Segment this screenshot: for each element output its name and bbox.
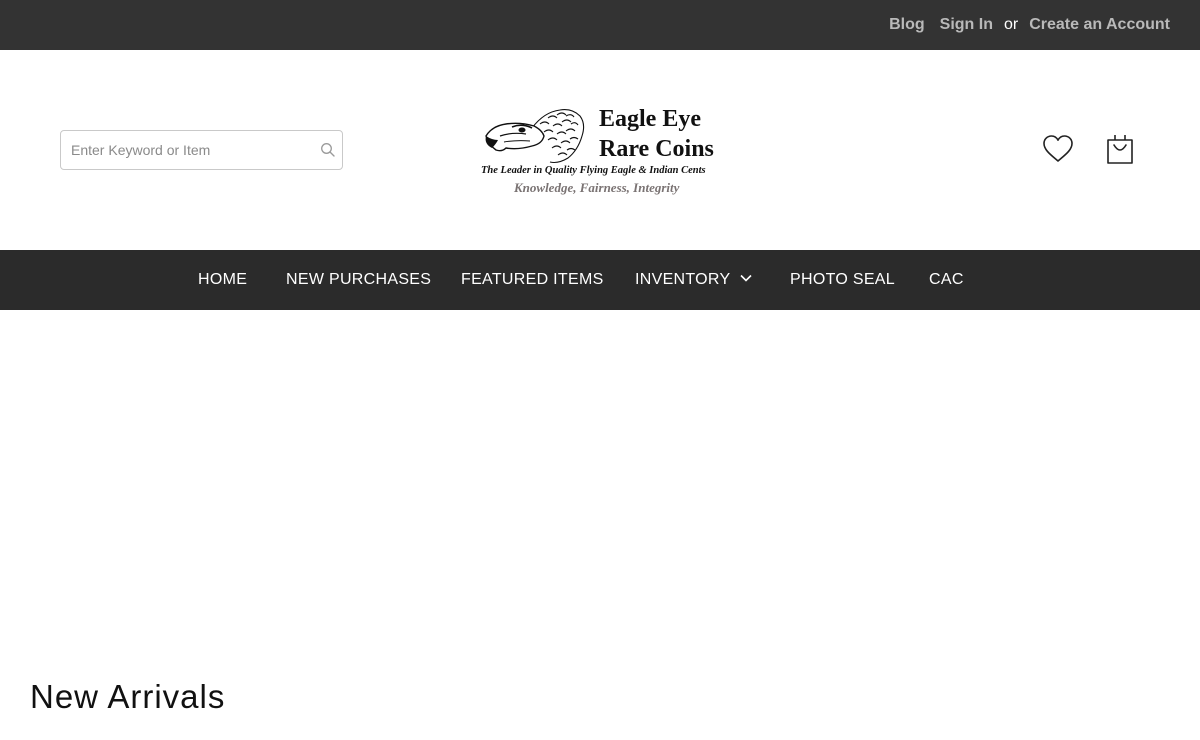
new-arrivals-heading: New Arrivals bbox=[30, 678, 226, 715]
nav-home[interactable]: HOME bbox=[198, 250, 247, 310]
logo-name-line-1: Eagle Eye bbox=[599, 106, 701, 132]
nav-photo-seal[interactable]: PHOTO SEAL bbox=[790, 250, 895, 310]
logo-tagline: The Leader in Quality Flying Eagle & Ind… bbox=[481, 165, 706, 176]
logo-motto: Knowledge, Fairness, Integrity bbox=[514, 180, 680, 195]
nav-cac[interactable]: CAC bbox=[929, 250, 964, 310]
heart-icon[interactable] bbox=[1042, 134, 1074, 164]
main-navigation: HOME NEW PURCHASES FEATURED ITEMS INVENT… bbox=[0, 250, 1200, 310]
shopping-bag-icon[interactable] bbox=[1105, 133, 1135, 165]
or-separator: or bbox=[1003, 16, 1019, 33]
hero-banner-area bbox=[0, 310, 1200, 660]
top-utility-bar: Blog Sign In or Create an Account bbox=[0, 0, 1200, 50]
nav-new-purchases[interactable]: NEW PURCHASES bbox=[286, 250, 431, 310]
create-account-link[interactable]: Create an Account bbox=[1029, 16, 1170, 34]
site-logo[interactable]: Eagle Eye Rare Coins The Leader in Quali… bbox=[478, 104, 730, 198]
chevron-down-icon bbox=[740, 275, 753, 282]
nav-featured-items[interactable]: FEATURED ITEMS bbox=[461, 250, 604, 310]
nav-inventory-label: INVENTORY bbox=[635, 271, 731, 288]
site-header: Eagle Eye Rare Coins The Leader in Quali… bbox=[0, 50, 1200, 250]
sign-in-link[interactable]: Sign In bbox=[940, 16, 993, 34]
nav-inventory[interactable]: INVENTORY bbox=[635, 250, 753, 310]
account-links: Blog Sign In or Create an Account bbox=[889, 0, 1170, 50]
logo-name-line-2: Rare Coins bbox=[599, 136, 714, 162]
search-input[interactable] bbox=[61, 131, 311, 169]
search-box bbox=[60, 130, 343, 170]
search-icon[interactable] bbox=[320, 142, 336, 158]
blog-link[interactable]: Blog bbox=[889, 16, 925, 34]
eagle-head-logo-icon bbox=[485, 109, 585, 164]
